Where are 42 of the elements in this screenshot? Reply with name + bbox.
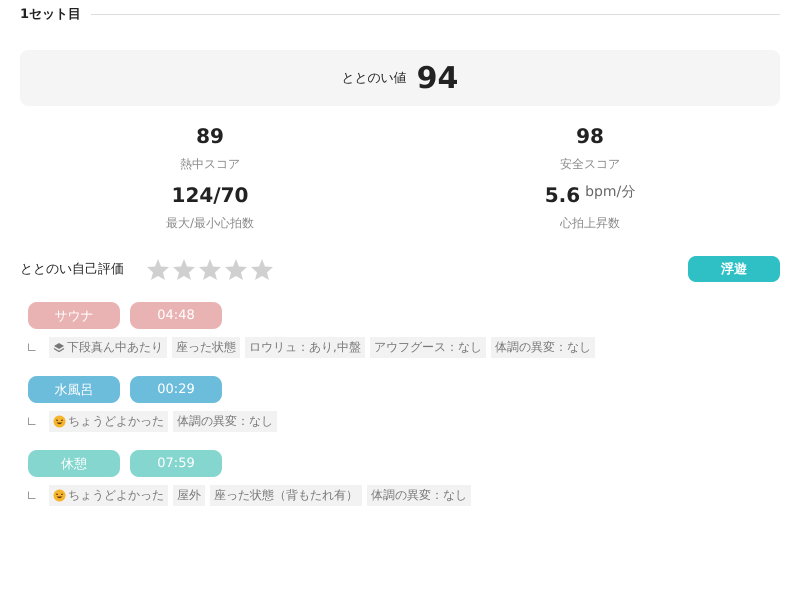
phase-duration: 04:48 <box>130 302 222 329</box>
stat-label: 最大/最小心拍数 <box>166 215 254 232</box>
stat-value: 5.6 <box>544 183 580 207</box>
stat-value: 124/70 <box>172 183 248 207</box>
condition-tag: 下段真ん中あたり <box>49 337 167 358</box>
branch-icon <box>28 417 36 425</box>
branch-icon <box>28 343 36 351</box>
stat-label: 熱中スコア <box>180 156 240 173</box>
condition-tag: ちょうどよかった <box>49 411 168 432</box>
stat-label: 安全スコア <box>560 156 620 173</box>
phase-duration: 07:59 <box>130 450 222 477</box>
set-title: 1セット目 <box>20 6 82 23</box>
score-label: ととのい値 <box>342 70 407 87</box>
condition-tag: 座った状態（背もたれ有） <box>210 485 362 506</box>
star-icon[interactable] <box>172 258 196 280</box>
star-icon[interactable] <box>198 258 222 280</box>
star-icon[interactable] <box>250 258 274 280</box>
phase-duration: 00:29 <box>130 376 222 403</box>
condition-tag: 座った状態 <box>172 337 240 358</box>
rating-label: ととのい自己評価 <box>20 261 124 278</box>
condition-tag: 体調の異変：なし <box>173 411 277 432</box>
condition-tag: 体調の異変：なし <box>490 337 595 358</box>
stat-value: 98 <box>576 124 604 148</box>
layers-icon <box>53 342 65 354</box>
condition-tag: アウフグース：なし <box>370 337 486 358</box>
condition-tag: ロウリュ：あり,中盤 <box>245 337 365 358</box>
stat-unit: bpm/分 <box>585 183 636 201</box>
phase-name: 休憩 <box>28 450 120 477</box>
smiling-face-icon <box>53 415 66 428</box>
star-icon[interactable] <box>224 258 248 280</box>
condition-tag: 屋外 <box>173 485 205 506</box>
condition-tag: 体調の異変：なし <box>367 485 471 506</box>
score-value: 94 <box>416 60 458 96</box>
smiling-face-icon <box>53 489 66 502</box>
stat-label: 心拍上昇数 <box>560 215 620 232</box>
star-icon[interactable] <box>146 258 170 280</box>
stat-value: 89 <box>196 124 224 148</box>
branch-icon <box>28 491 36 499</box>
rating-badge: 浮遊 <box>688 256 780 282</box>
phase-name: サウナ <box>28 302 120 329</box>
condition-tag: ちょうどよかった <box>49 485 168 506</box>
phase-name: 水風呂 <box>28 376 120 403</box>
